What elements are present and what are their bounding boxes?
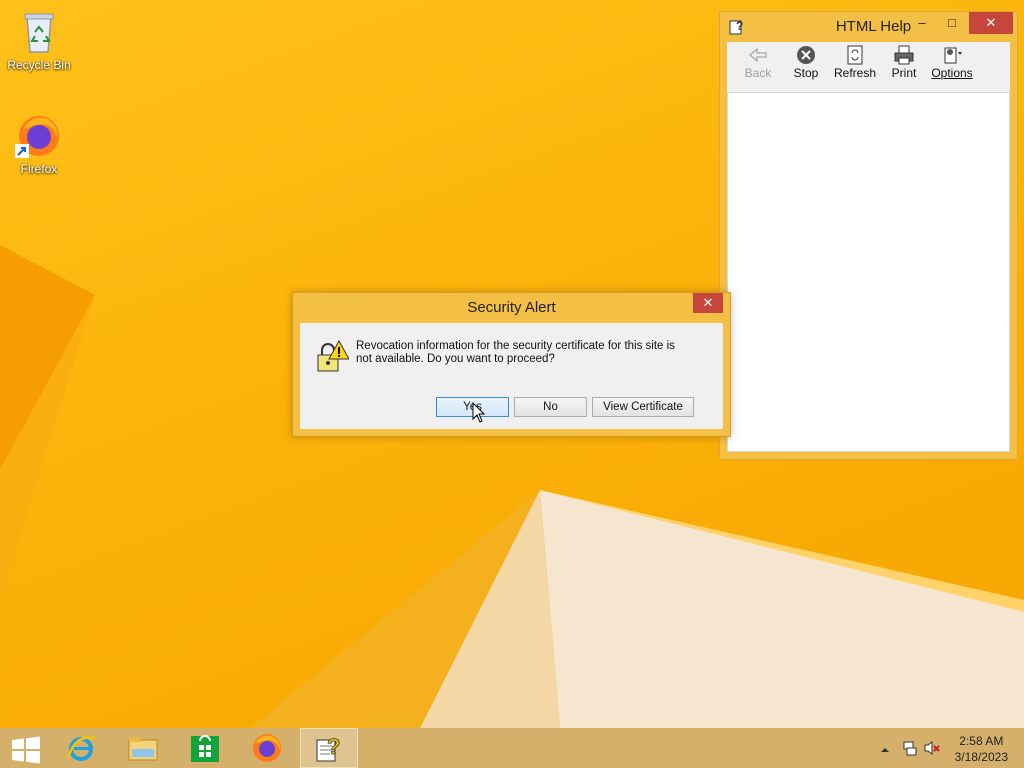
- taskbar: ? 2:58 AM 3/18/2023: [0, 728, 1024, 768]
- maximize-button[interactable]: □: [937, 12, 967, 34]
- start-button[interactable]: [0, 728, 58, 768]
- network-icon[interactable]: [902, 740, 918, 761]
- desktop-icon-recycle-bin[interactable]: Recycle Bin: [1, 8, 77, 72]
- recycle-bin-icon: [15, 8, 63, 56]
- stop-icon: [797, 46, 815, 64]
- html-help-content-pane[interactable]: [727, 92, 1010, 452]
- svg-text:?: ?: [327, 734, 340, 759]
- mouse-cursor-icon: [472, 402, 486, 423]
- html-help-icon: ?: [316, 734, 341, 762]
- options-label: Options: [931, 66, 973, 80]
- firefox-icon: [253, 734, 281, 762]
- html-help-toolbar: Back Stop Refresh Print Options: [727, 42, 1010, 92]
- options-button[interactable]: Options: [927, 44, 977, 80]
- taskbar-file-explorer[interactable]: [114, 728, 172, 768]
- refresh-label: Refresh: [833, 66, 877, 80]
- system-tray: 2:58 AM 3/18/2023: [864, 728, 1024, 768]
- refresh-button[interactable]: Refresh: [830, 44, 880, 80]
- clock-date: 3/18/2023: [954, 750, 1008, 764]
- clock-time: 2:58 AM: [959, 734, 1004, 748]
- firefox-icon: [15, 112, 63, 160]
- print-label: Print: [891, 66, 917, 80]
- taskbar-store[interactable]: [176, 728, 234, 768]
- volume-muted-icon[interactable]: [924, 740, 940, 761]
- stop-label: Stop: [793, 66, 819, 80]
- security-alert-dialog: Security Alert ✕ Revocation information …: [292, 292, 731, 437]
- desktop-icon-firefox[interactable]: Firefox: [1, 112, 77, 176]
- security-alert-body: Revocation information for the security …: [300, 323, 723, 429]
- view-certificate-button[interactable]: View Certificate: [592, 397, 694, 417]
- printer-icon: [894, 45, 914, 65]
- security-warning-lock-icon: [317, 339, 349, 372]
- options-icon: [944, 47, 962, 64]
- back-arrow-icon: [749, 47, 767, 63]
- desktop-icon-label: Recycle Bin: [7, 58, 71, 72]
- html-help-window: ? HTML Help – □ ✕ Back Stop Refresh Prin…: [719, 11, 1018, 460]
- minimize-button[interactable]: –: [907, 12, 937, 34]
- internet-explorer-icon: [66, 736, 96, 761]
- show-hidden-icons-chevron-icon[interactable]: [880, 742, 890, 760]
- clock[interactable]: 2:58 AM 3/18/2023: [955, 733, 1008, 765]
- stop-button[interactable]: Stop: [781, 44, 831, 80]
- taskbar-firefox[interactable]: [238, 728, 296, 768]
- store-icon: [191, 735, 219, 762]
- security-alert-title: Security Alert: [467, 299, 556, 316]
- close-button[interactable]: ✕: [969, 12, 1013, 34]
- taskbar-html-help[interactable]: ?: [300, 728, 358, 768]
- back-button[interactable]: Back: [733, 44, 783, 80]
- back-label: Back: [744, 66, 772, 80]
- start-icon: [12, 736, 40, 764]
- desktop-icon-label: Firefox: [20, 162, 58, 176]
- file-explorer-icon: [128, 737, 158, 761]
- html-help-titlebar[interactable]: ? HTML Help – □ ✕: [720, 12, 1017, 42]
- taskbar-internet-explorer[interactable]: [52, 728, 110, 768]
- refresh-icon: [847, 45, 863, 65]
- no-button[interactable]: No: [514, 397, 587, 417]
- security-alert-message: Revocation information for the security …: [356, 340, 675, 365]
- security-alert-close-button[interactable]: ✕: [693, 293, 723, 313]
- print-button[interactable]: Print: [879, 44, 929, 80]
